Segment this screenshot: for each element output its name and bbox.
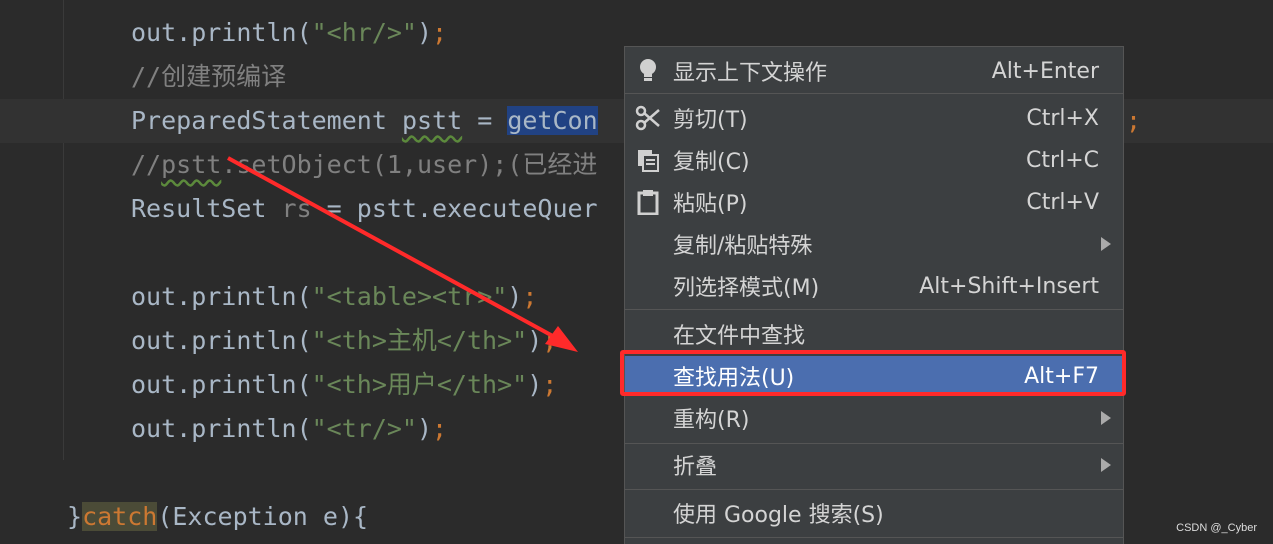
menu-item-find-in-files[interactable]: 在文件中查找 — [625, 314, 1123, 354]
menu-item-paste[interactable]: 粘贴(P) Ctrl+V — [625, 182, 1123, 222]
watermark: CSDN @_Cyber — [1176, 522, 1257, 534]
copy-icon — [635, 147, 661, 173]
scissors-icon — [635, 105, 661, 131]
menu-item-cut[interactable]: 剪切(T) Ctrl+X — [625, 98, 1123, 138]
menu-separator — [625, 443, 1123, 444]
lightbulb-icon — [635, 58, 661, 84]
menu-separator — [625, 489, 1123, 490]
menu-item-copy[interactable]: 复制(C) Ctrl+C — [625, 140, 1123, 180]
submenu-arrow-icon — [1101, 458, 1111, 472]
submenu-arrow-icon — [1101, 237, 1111, 251]
submenu-arrow-icon — [1101, 411, 1111, 425]
context-menu: 显示上下文操作 Alt+Enter 剪切(T) Ctrl+X 复制(C) Ctr… — [624, 46, 1124, 544]
menu-item-refactor[interactable]: 重构(R) — [625, 398, 1123, 438]
annotation-highlight-box — [620, 350, 1126, 396]
clipboard-icon — [635, 189, 661, 215]
menu-separator — [625, 309, 1123, 310]
menu-separator — [625, 93, 1123, 94]
menu-item-show-context-actions[interactable]: 显示上下文操作 Alt+Enter — [625, 51, 1123, 91]
menu-item-paste-special[interactable]: 复制/粘贴特殊 — [625, 224, 1123, 264]
menu-item-column-selection-mode[interactable]: 列选择模式(M) Alt+Shift+Insert — [625, 266, 1123, 306]
menu-item-folding[interactable]: 折叠 — [625, 445, 1123, 485]
menu-item-search-google[interactable]: 使用 Google 搜索(S) — [625, 493, 1123, 533]
menu-separator — [625, 537, 1123, 538]
